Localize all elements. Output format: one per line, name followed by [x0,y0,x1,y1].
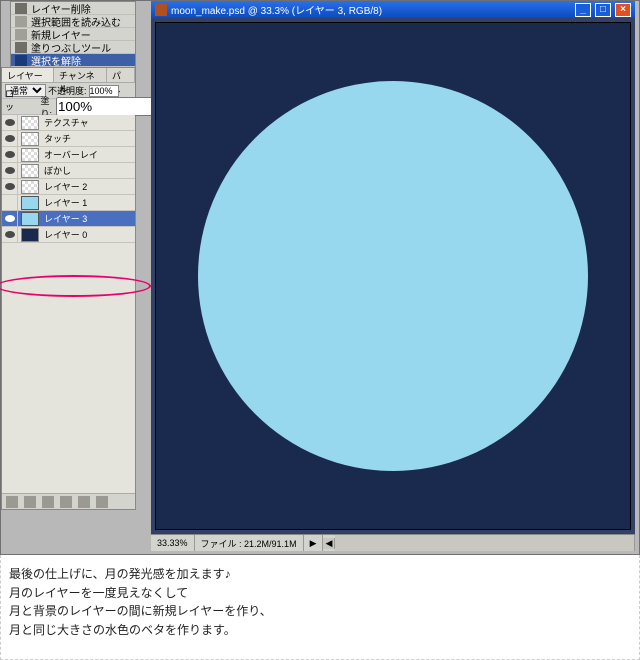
minimize-button[interactable]: _ [575,3,591,17]
close-button[interactable]: × [615,3,631,17]
tab-paths[interactable]: パス [107,68,135,82]
opacity-input[interactable] [89,85,119,97]
document-window: moon_make.psd @ 33.3% (レイヤー 3, RGB/8) _ … [151,1,635,551]
visibility-toggle[interactable] [2,227,18,243]
layer-thumb [21,164,39,178]
canvas-background [155,22,631,530]
new-layer-icon[interactable] [78,496,90,508]
layer-row[interactable]: レイヤー 0 [2,227,135,243]
document-title: moon_make.psd @ 33.3% (レイヤー 3, RGB/8) [171,2,382,17]
caption-line: 最後の仕上げに、月の発光感を加えます♪ [9,565,631,584]
caption-line: 月と背景のレイヤーの間に新規レイヤーを作り、 [9,602,631,621]
tutorial-caption: 最後の仕上げに、月の発光感を加えます♪ 月のレイヤーを一度見えなくして 月と背景… [0,555,640,660]
layer-row[interactable]: レイヤー 2 [2,179,135,195]
layer-name: タッチ [42,132,135,145]
visibility-toggle[interactable] [2,179,18,195]
layer-name: オーバーレイ [42,148,135,161]
layer-row[interactable]: タッチ [2,131,135,147]
layer-thumb [21,132,39,146]
tab-layers[interactable]: レイヤー × [2,68,54,82]
panel-tabs: レイヤー × チャンネル パス [2,68,135,83]
fx-icon[interactable] [24,496,36,508]
menu-item-selected[interactable]: 選択を解除 [11,54,135,67]
canvas-area[interactable] [151,18,635,534]
caption-line: 月のレイヤーを一度見えなくして [9,584,631,603]
zoom-level[interactable]: 33.33% [151,535,195,551]
layers-panel: レイヤー × チャンネル パス 通常 不透明度: ロック: 塗り: テクスチャ … [1,67,136,510]
filesize-info: ファイル : 21.2M/91.1M [195,535,304,551]
action-icon [15,55,27,66]
folder-icon[interactable] [60,496,72,508]
visibility-toggle[interactable] [2,131,18,147]
visibility-toggle[interactable] [2,115,18,131]
mask-icon[interactable] [42,496,54,508]
statusbar: 33.33% ファイル : 21.2M/91.1M ▶ ◀ [151,534,635,551]
layer-row[interactable]: レイヤー 1 [2,195,135,211]
layer-list: テクスチャ タッチ オーバーレイ ぼかし レイヤー 2 レイヤー 1 レイヤー … [2,115,135,509]
action-icon [15,29,27,40]
action-icon [15,3,27,14]
layer-row[interactable]: テクスチャ [2,115,135,131]
layer-row[interactable]: オーバーレイ [2,147,135,163]
link-icon[interactable] [6,496,18,508]
document-icon [155,4,167,16]
layer-name: ぼかし [42,164,135,177]
tab-channels[interactable]: チャンネル [54,68,107,82]
caption-line: 月と同じ大きさの水色のベタを作ります。 [9,621,631,640]
menu-label: 選択を解除 [31,53,81,68]
visibility-toggle[interactable] [2,211,18,227]
horizontal-scrollbar[interactable] [335,535,635,551]
trash-icon[interactable] [96,496,108,508]
layer-name: レイヤー 0 [42,228,135,241]
layer-row-selected[interactable]: レイヤー 3 [2,211,135,227]
opacity-label: 不透明度: [48,84,87,97]
visibility-toggle[interactable] [2,147,18,163]
layer-name: レイヤー 3 [42,212,135,225]
action-history-panel: レイヤー削除 選択範囲を読み込む 新規レイヤー 塗りつぶしツール 選択を解除 [10,1,136,68]
layers-footer [2,493,135,509]
layer-thumb [21,180,39,194]
moon-circle [198,81,588,471]
scroll-left-button[interactable]: ◀ [323,538,335,549]
layer-row[interactable]: ぼかし [2,163,135,179]
visibility-toggle[interactable] [2,163,18,179]
tutorial-highlight-ring [0,275,151,297]
visibility-toggle[interactable] [2,195,18,211]
layer-thumb [21,148,39,162]
layer-name: レイヤー 1 [42,196,135,209]
layer-name: テクスチャ [42,116,135,129]
layer-thumb [21,228,39,242]
action-icon [15,16,27,27]
layer-thumb [21,116,39,130]
layer-thumb [21,212,39,226]
lock-row: ロック: 塗り: [2,99,135,115]
app-root: レイヤー削除 選択範囲を読み込む 新規レイヤー 塗りつぶしツール 選択を解除 レ… [0,0,640,555]
status-chevron-icon[interactable]: ▶ [304,535,324,551]
layer-name: レイヤー 2 [42,180,135,193]
action-icon [15,42,27,53]
titlebar[interactable]: moon_make.psd @ 33.3% (レイヤー 3, RGB/8) _ … [151,1,635,18]
maximize-button[interactable]: □ [595,3,611,17]
layer-thumb [21,196,39,210]
